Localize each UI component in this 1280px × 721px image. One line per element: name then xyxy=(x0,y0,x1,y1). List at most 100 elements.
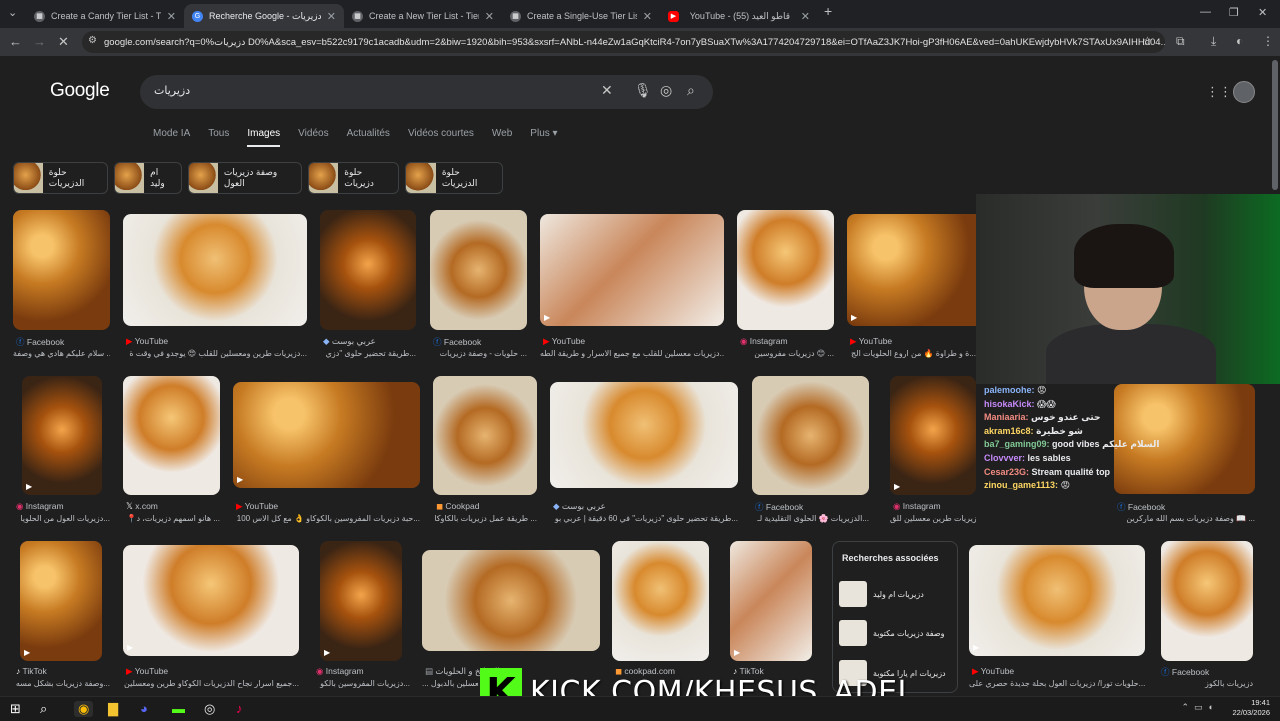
stop-icon[interactable]: ✕ xyxy=(58,34,69,50)
result-caption[interactable]: جميع اسرار نجاح الدزيريات الكوكاو طرين و… xyxy=(123,679,299,688)
close-icon[interactable]: ✕ xyxy=(801,10,810,23)
result-caption[interactable]: طريقة عمل دزيريات بالكاوكا ... xyxy=(433,514,537,523)
image-result[interactable]: ▶ xyxy=(22,376,102,495)
result-source[interactable]: ◉ Instagram xyxy=(316,666,364,677)
image-result[interactable] xyxy=(430,210,527,330)
image-result[interactable]: ▶ xyxy=(540,214,724,326)
related-search-item[interactable]: وصفة دزيريات مكتوبة xyxy=(839,619,951,647)
site-info-icon[interactable]: ⚙ xyxy=(88,35,97,46)
result-source[interactable]: ⓕ Facebook xyxy=(433,336,481,348)
result-source[interactable]: ◆ عربي بوست xyxy=(553,501,606,512)
image-result[interactable] xyxy=(550,382,738,488)
related-search-item[interactable]: دزيريات ام وليد xyxy=(839,580,951,608)
close-window-icon[interactable]: ✕ xyxy=(1258,6,1267,19)
tab-web[interactable]: Web xyxy=(492,128,512,147)
image-result[interactable]: ▶ xyxy=(890,376,976,495)
tab-videos-courtes[interactable]: Vidéos courtes xyxy=(408,128,474,147)
chip[interactable]: وصفة دزيريات العول xyxy=(188,162,302,194)
tab-search-icon[interactable]: ⌄ xyxy=(8,6,17,19)
result-caption[interactable]: دزيريات مفروسين 😊 ... xyxy=(737,349,834,358)
result-source[interactable]: ▶ YouTube xyxy=(126,666,168,677)
tab-tous[interactable]: Tous xyxy=(208,128,229,147)
image-result[interactable]: ▶ xyxy=(969,545,1145,656)
result-caption[interactable]: سلام عليكم هادي هي وصفة ... xyxy=(13,349,110,358)
result-caption[interactable]: دزيريات طرين ومعسلين للقلب 😍 يوجدو في وق… xyxy=(123,349,307,358)
search-input[interactable]: دزيريات xyxy=(154,84,190,97)
image-result[interactable] xyxy=(123,376,220,495)
image-result[interactable] xyxy=(320,210,416,330)
tab-plus[interactable]: Plus ▾ xyxy=(530,128,557,147)
result-source[interactable]: ◉ Instagram xyxy=(893,501,941,512)
microphone-icon[interactable]: 🎙 xyxy=(634,82,652,99)
result-source[interactable]: ◉ Instagram xyxy=(16,501,64,512)
image-result[interactable]: ▶ xyxy=(730,541,812,661)
menu-icon[interactable]: ⋮ xyxy=(1262,34,1274,48)
scrollbar[interactable] xyxy=(1272,60,1278,190)
chip[interactable]: حلوة الدزيريات xyxy=(405,162,503,194)
result-caption[interactable]: دزيريات بالكوز xyxy=(1161,679,1253,688)
tab-google-search[interactable]: G Recherche Google - دزيريات ✕ xyxy=(184,4,344,28)
result-caption[interactable]: ة و طراوة 🔥 من اروع الحلويات الج... xyxy=(847,349,976,358)
chip[interactable]: ام وليد xyxy=(114,162,182,194)
tab-images[interactable]: Images xyxy=(247,128,280,147)
obs-icon[interactable]: ◎ xyxy=(204,701,215,717)
result-caption[interactable]: وصفة دزيريات بشكل مسه... xyxy=(13,679,110,688)
tab-mode-ia[interactable]: Mode IA xyxy=(153,128,190,147)
new-tab-icon[interactable]: + xyxy=(824,3,832,19)
result-source[interactable]: ▶ YouTube xyxy=(543,336,585,347)
result-caption[interactable]: دزيريات طرين معسلين للق... xyxy=(890,514,976,523)
result-source[interactable]: ♪ TikTok xyxy=(16,666,47,676)
image-result[interactable]: ▶ xyxy=(123,545,299,656)
result-source[interactable]: ◆ عربي بوست xyxy=(323,336,376,347)
image-result[interactable]: ▶ xyxy=(320,541,402,661)
result-caption[interactable]: دزيريات المفروسين بالكو... xyxy=(313,679,410,688)
result-caption[interactable]: دزيريات العول من الحلويا... xyxy=(13,514,110,523)
address-bar[interactable]: ⚙ google.com/search?q=0%دزيريات D0%A&sca… xyxy=(82,31,1165,53)
image-result[interactable] xyxy=(752,376,869,495)
result-source[interactable]: ▶ YouTube xyxy=(126,336,168,347)
bookmark-star-icon[interactable]: ☆ xyxy=(1142,34,1153,48)
result-source[interactable]: ▶ YouTube xyxy=(850,336,892,347)
close-icon[interactable]: ✕ xyxy=(485,10,494,23)
scrollbar-thumb[interactable] xyxy=(1272,60,1278,190)
close-icon[interactable]: ✕ xyxy=(167,10,176,23)
clear-icon[interactable]: ✕ xyxy=(601,82,613,99)
image-result[interactable]: ▶ xyxy=(847,214,976,326)
result-source[interactable]: ▶ YouTube xyxy=(236,501,278,512)
camera-search-icon[interactable]: ◎ xyxy=(660,82,672,99)
result-caption[interactable]: 📍هانو اسمهم دزيريات، د ... xyxy=(123,514,220,523)
search-icon[interactable]: ⌕ xyxy=(40,701,47,717)
search-icon[interactable]: ⌕ xyxy=(687,82,695,99)
chrome-icon[interactable]: ◉ xyxy=(74,701,94,717)
result-source[interactable]: ⓕ Facebook xyxy=(1161,666,1209,678)
result-caption[interactable]: الدزيريات 🌸 الحلوى التقليدية لـ... xyxy=(752,514,869,523)
image-result[interactable]: ▶ xyxy=(20,541,102,661)
system-clock[interactable]: 19:41 22/03/2026 xyxy=(1232,698,1270,718)
result-caption[interactable]: حلويات - وصفة دزيريات ... xyxy=(430,349,527,358)
tab-videos[interactable]: Vidéos xyxy=(298,128,328,147)
image-result[interactable] xyxy=(433,376,537,495)
result-source[interactable]: ⓕ Facebook xyxy=(755,501,803,513)
tab-new-tier-list[interactable]: ▦ Create a New Tier List - TierMa ✕ xyxy=(344,4,502,28)
tab-candy-tier-list[interactable]: ▦ Create a Candy Tier List - TierM ✕ xyxy=(26,4,184,28)
result-caption[interactable]: طريقة تحضير حلوى "دزيريات" في 60 دقيقة |… xyxy=(550,514,738,523)
image-result[interactable] xyxy=(13,210,110,330)
restore-icon[interactable]: ❐ xyxy=(1229,6,1239,19)
result-source[interactable]: ⓕ Facebook xyxy=(1117,501,1165,513)
image-result[interactable] xyxy=(737,210,834,330)
result-caption[interactable]: طريقة تحضير حلوى "دزي... xyxy=(320,349,416,358)
download-icon[interactable]: ⤓ xyxy=(1211,34,1216,49)
result-caption[interactable]: 100 حبة دزيريات المفروسين بالكوكاو 👌 مع … xyxy=(233,514,420,523)
forward-icon[interactable]: → xyxy=(33,34,46,49)
search-box[interactable]: دزيريات ✕ 🎙 ◎ ⌕ xyxy=(140,75,713,109)
avatar[interactable] xyxy=(1233,81,1255,103)
image-result[interactable] xyxy=(123,214,307,326)
image-result[interactable] xyxy=(612,541,709,661)
tab-single-use-tier-list[interactable]: ▦ Create a Single-Use Tier List (Pr ✕ xyxy=(502,4,660,28)
result-caption[interactable]: ... و معسلين بالدبول xyxy=(422,679,478,688)
minimize-icon[interactable]: — xyxy=(1200,6,1211,18)
file-explorer-icon[interactable]: ▇ xyxy=(108,701,118,717)
result-source[interactable]: ◼ Cookpad xyxy=(436,501,479,512)
result-caption[interactable]: وصفة دزيريات بسم الله ماركرين 📖 ... xyxy=(1114,514,1255,523)
extensions-icon[interactable]: ⧉ xyxy=(1176,34,1185,49)
